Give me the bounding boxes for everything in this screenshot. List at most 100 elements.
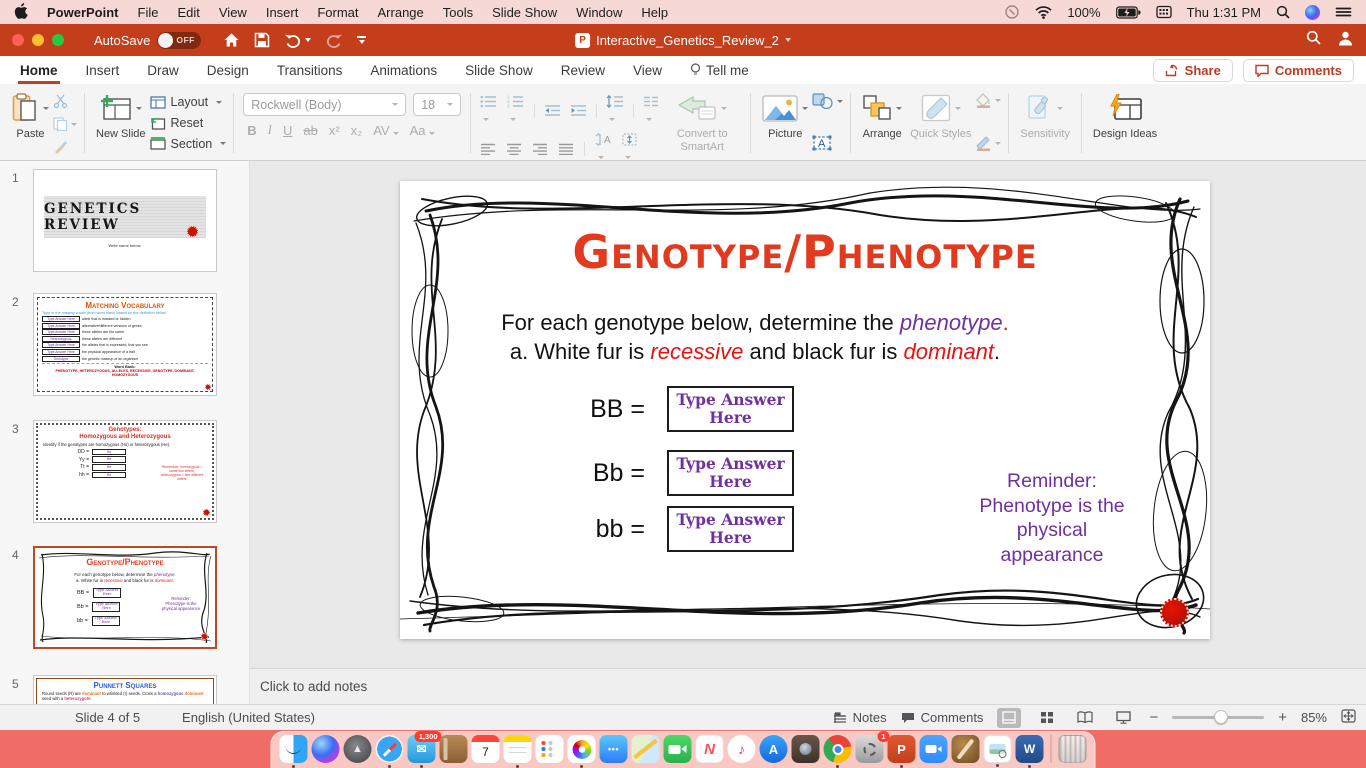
font-size-combobox[interactable]: 18 <box>413 93 461 116</box>
arrange-button[interactable]: Arrange <box>858 89 906 157</box>
menu-insert[interactable]: Insert <box>266 5 299 20</box>
cut-button[interactable] <box>53 94 77 108</box>
menu-window[interactable]: Window <box>576 5 622 20</box>
notes-pane[interactable]: Click to add notes <box>250 668 1366 704</box>
dock-safari-icon[interactable] <box>376 735 404 763</box>
copy-button[interactable] <box>53 117 77 131</box>
slide-counter[interactable]: Slide 4 of 5 <box>75 710 140 725</box>
design-ideas-button[interactable]: Design Ideas <box>1089 89 1161 157</box>
minimize-window-button[interactable] <box>32 34 44 46</box>
dock-mail-icon[interactable]: ✉1,300 <box>408 735 436 763</box>
tab-insert[interactable]: Insert <box>84 56 122 84</box>
tab-transitions[interactable]: Transitions <box>275 56 345 84</box>
justify-button[interactable] <box>558 143 574 155</box>
spotlight-icon[interactable] <box>1276 5 1290 19</box>
line-spacing-button[interactable] <box>606 95 624 126</box>
convert-to-smartart-button[interactable]: Convert to SmartArt <box>661 89 743 157</box>
change-case-button[interactable]: Aa <box>410 123 435 138</box>
slide-editing-area[interactable]: Genotype/Phenotype For each genotype bel… <box>250 161 1366 668</box>
dock-siri-icon[interactable] <box>312 735 340 763</box>
home-quick-button[interactable] <box>223 32 240 48</box>
strikethrough-button[interactable]: ab <box>303 123 317 138</box>
search-icon[interactable] <box>1306 30 1321 50</box>
increase-indent-button[interactable] <box>570 104 587 117</box>
text-box-button[interactable]: A <box>812 135 843 151</box>
answer-box[interactable]: Type Answer Here <box>667 506 794 552</box>
align-left-button[interactable] <box>480 143 496 155</box>
shape-outline-button[interactable] <box>975 136 1001 151</box>
undo-dropdown-chevron[interactable] <box>305 38 311 42</box>
menu-app-name[interactable]: PowerPoint <box>47 5 119 20</box>
dock-finder-icon[interactable] <box>280 735 308 763</box>
answer-box[interactable]: Type Answer Here <box>667 386 794 432</box>
tab-home[interactable]: Home <box>18 56 60 84</box>
save-button[interactable] <box>254 32 270 48</box>
language-indicator[interactable]: English (United States) <box>182 710 315 725</box>
dock-messages-icon[interactable]: ••• <box>600 735 628 763</box>
tell-me-button[interactable]: Tell me <box>688 56 751 84</box>
account-icon[interactable] <box>1337 30 1354 51</box>
dock-trash-icon[interactable] <box>1059 735 1087 763</box>
slide-title[interactable]: Genotype/Phenotype <box>400 225 1210 279</box>
menu-file[interactable]: File <box>138 5 159 20</box>
sensitivity-button[interactable]: Sensitivity <box>1016 89 1074 157</box>
dock-facetime-icon[interactable] <box>664 735 692 763</box>
genotype-label[interactable]: Bb = <box>555 459 645 488</box>
underline-button[interactable]: U <box>283 123 292 138</box>
subscript-button[interactable]: x₂ <box>351 123 363 138</box>
align-center-button[interactable] <box>506 143 522 155</box>
wifi-icon[interactable] <box>1035 6 1052 19</box>
reset-button[interactable]: Reset <box>150 113 227 134</box>
section-button[interactable]: Section <box>150 133 227 154</box>
genotype-label[interactable]: BB = <box>555 395 645 424</box>
siri-icon[interactable] <box>1305 5 1320 20</box>
menu-format[interactable]: Format <box>317 5 358 20</box>
reading-view-button[interactable] <box>1073 708 1097 728</box>
zoom-slider[interactable] <box>1172 716 1264 719</box>
share-button[interactable]: Share <box>1153 59 1233 82</box>
tab-draw[interactable]: Draw <box>145 56 181 84</box>
italic-button[interactable]: I <box>268 122 272 138</box>
picture-button[interactable]: Picture <box>758 89 812 157</box>
zoom-out-button[interactable]: − <box>1149 709 1158 726</box>
thumbnail-slide-3[interactable]: 3 Genotypes: Homozygous and Heterozygous… <box>33 420 217 523</box>
align-right-button[interactable] <box>532 143 548 155</box>
battery-icon[interactable] <box>1116 6 1141 19</box>
menu-edit[interactable]: Edit <box>177 5 199 20</box>
shape-fill-button[interactable] <box>975 93 1001 108</box>
columns-button[interactable] <box>643 95 659 126</box>
menu-clock[interactable]: Thu 1:31 PM <box>1187 5 1261 20</box>
control-center-icon[interactable] <box>1335 6 1352 18</box>
close-window-button[interactable] <box>12 34 24 46</box>
dock-zoom-icon[interactable] <box>920 735 948 763</box>
dock-powerpoint-icon[interactable]: P <box>888 735 916 763</box>
dock-reminders-icon[interactable] <box>536 735 564 763</box>
decrease-indent-button[interactable] <box>544 104 561 117</box>
bullets-button[interactable] <box>480 95 498 126</box>
format-painter-button[interactable] <box>53 140 77 154</box>
dock-maps-icon[interactable] <box>632 735 660 763</box>
tab-animations[interactable]: Animations <box>368 56 439 84</box>
slide-instruction-text[interactable]: For each genotype below, determine the p… <box>410 308 1100 366</box>
new-slide-button[interactable]: New Slide <box>92 89 150 157</box>
apple-menu-icon[interactable] <box>14 3 28 22</box>
thumbnail-slide-1[interactable]: 1 GENETICS REVIEW Write name below: <box>33 169 217 272</box>
layout-button[interactable]: Layout <box>150 92 227 113</box>
comments-button[interactable]: Comments <box>1243 59 1354 82</box>
notes-toggle[interactable]: Notes <box>833 710 887 725</box>
genotype-label[interactable]: bb = <box>555 515 645 544</box>
dock-music-icon[interactable]: ♪ <box>728 735 756 763</box>
document-title-chevron[interactable] <box>785 38 791 42</box>
undo-button[interactable] <box>284 32 311 48</box>
tab-review[interactable]: Review <box>559 56 607 84</box>
redo-button[interactable] <box>325 32 343 48</box>
dock-launchpad-icon[interactable]: ▲ <box>344 735 372 763</box>
character-spacing-button[interactable]: AV <box>373 123 398 138</box>
menu-tools[interactable]: Tools <box>443 5 473 20</box>
slide-sorter-view-button[interactable] <box>1035 708 1059 728</box>
answer-box[interactable]: Type Answer Here <box>667 450 794 496</box>
thumbnail-slide-4-selected[interactable]: 4 Genotype/Phenotype <box>33 546 217 649</box>
align-text-button[interactable] <box>622 133 639 164</box>
document-title[interactable]: P Interactive_Genetics_Review_2 <box>575 24 791 56</box>
dock-notes-icon[interactable] <box>504 735 532 763</box>
